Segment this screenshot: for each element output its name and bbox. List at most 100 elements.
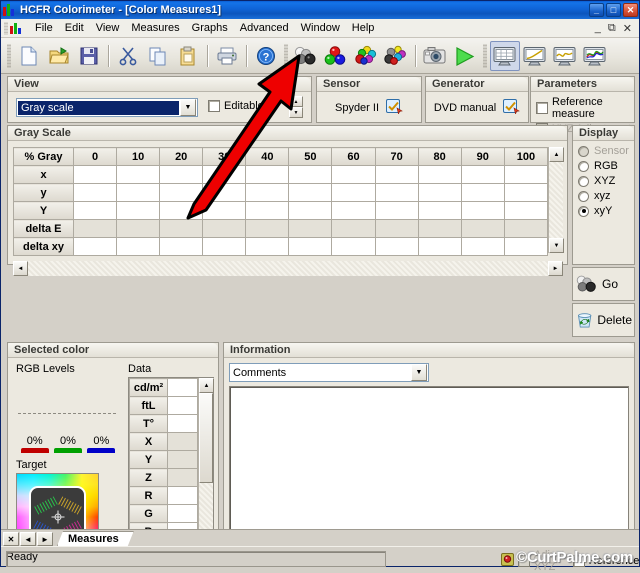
radio-button[interactable] <box>578 161 589 172</box>
information-category-select[interactable]: Comments ▼ <box>229 363 429 382</box>
grayscale-table[interactable]: % Gray0102030405060708090100 xyYdelta Ed… <box>13 147 548 256</box>
grayscale-cell[interactable] <box>504 220 547 238</box>
grayscale-cell[interactable] <box>332 202 375 220</box>
scroll-down-icon[interactable]: ▼ <box>549 238 564 253</box>
copy-button[interactable] <box>143 41 173 71</box>
go-button[interactable]: Go <box>572 267 635 301</box>
delete-button[interactable]: Delete <box>572 303 635 337</box>
grayscale-cell[interactable] <box>418 202 461 220</box>
spinner-up-icon[interactable]: ▲ <box>289 96 303 107</box>
grayscale-cell[interactable] <box>74 202 117 220</box>
measure-saturations-button[interactable] <box>351 41 381 71</box>
view-select[interactable]: Gray scale ▼ <box>16 98 198 117</box>
menu-item-advanced[interactable]: Advanced <box>234 20 295 36</box>
new-document-button[interactable] <box>14 41 44 71</box>
grayscale-cell[interactable] <box>375 220 418 238</box>
grayscale-cell[interactable] <box>461 220 504 238</box>
menu-item-edit[interactable]: Edit <box>59 20 90 36</box>
reference-measure-checkbox[interactable]: Reference measure <box>536 96 634 120</box>
grayscale-cell[interactable] <box>289 184 332 202</box>
data-table-scrollbar[interactable]: ▲ ▼ <box>198 378 213 529</box>
grayscale-cell[interactable] <box>461 202 504 220</box>
grayscale-cell[interactable] <box>203 238 246 256</box>
data-row-value[interactable] <box>168 415 198 433</box>
print-button[interactable] <box>212 41 242 71</box>
grayscale-vertical-scrollbar[interactable]: ▲ ▼ <box>548 147 563 253</box>
menu-item-view[interactable]: View <box>90 20 126 36</box>
grayscale-horizontal-scrollbar[interactable]: ◄ ► <box>13 261 563 276</box>
grayscale-cell[interactable] <box>246 220 289 238</box>
selected-color-data-table[interactable]: cd/m²ftLT°XYZRGBxyY <box>129 378 198 529</box>
open-folder-button[interactable] <box>44 41 74 71</box>
grayscale-cell[interactable] <box>461 184 504 202</box>
data-row-value[interactable] <box>168 523 198 530</box>
radio-button[interactable] <box>578 206 589 217</box>
tab-measures[interactable]: Measures <box>57 531 134 546</box>
grayscale-cell[interactable] <box>74 184 117 202</box>
grayscale-column-header[interactable]: 50 <box>289 148 332 166</box>
menu-item-graphs[interactable]: Graphs <box>186 20 234 36</box>
grayscale-cell[interactable] <box>160 220 203 238</box>
scroll-up-icon[interactable]: ▲ <box>199 378 214 393</box>
toolbar-grip[interactable] <box>483 44 487 68</box>
close-button[interactable]: ✕ <box>623 3 638 17</box>
grayscale-cell[interactable] <box>504 166 547 184</box>
editable-checkbox[interactable]: Editable <box>208 100 264 112</box>
view-spinner[interactable]: ▲ ▼ <box>289 96 303 118</box>
grayscale-cell[interactable] <box>289 220 332 238</box>
chevron-down-icon[interactable]: ▼ <box>411 364 427 381</box>
grayscale-column-header[interactable]: 80 <box>418 148 461 166</box>
data-row-value[interactable] <box>168 397 198 415</box>
grayscale-column-header[interactable]: 100 <box>504 148 547 166</box>
target-color-picker[interactable] <box>16 473 99 529</box>
grayscale-column-header[interactable]: 10 <box>117 148 160 166</box>
grayscale-cell[interactable] <box>504 238 547 256</box>
grayscale-column-header[interactable]: 90 <box>461 148 504 166</box>
information-textarea[interactable] <box>229 386 629 529</box>
grayscale-cell[interactable] <box>289 166 332 184</box>
measure-near-black-button[interactable] <box>381 41 411 71</box>
toolbar-grip[interactable] <box>7 44 11 68</box>
grayscale-column-header[interactable]: 40 <box>246 148 289 166</box>
mdi-close-button[interactable]: ✕ <box>623 22 632 35</box>
data-row-value[interactable] <box>168 487 198 505</box>
grayscale-cell[interactable] <box>375 202 418 220</box>
grayscale-cell[interactable] <box>160 202 203 220</box>
mdi-restore-button[interactable]: ⧉ <box>608 22 616 35</box>
grayscale-cell[interactable] <box>246 202 289 220</box>
scrollbar-thumb[interactable] <box>199 393 213 483</box>
target-inner-area[interactable] <box>29 486 86 529</box>
grayscale-cell[interactable] <box>160 166 203 184</box>
grayscale-cell[interactable] <box>289 238 332 256</box>
view-measures-button[interactable] <box>490 41 520 71</box>
data-row-value[interactable] <box>168 379 198 397</box>
chevron-down-icon[interactable]: ▼ <box>180 99 196 116</box>
grayscale-cell[interactable] <box>117 166 160 184</box>
spinner-down-icon[interactable]: ▼ <box>289 107 303 118</box>
radio-button[interactable] <box>578 176 589 187</box>
reference-measure-checkbox-box[interactable] <box>536 102 548 114</box>
tab-next-button[interactable]: ► <box>37 532 53 546</box>
menu-item-file[interactable]: File <box>29 20 59 36</box>
tab-prev-button[interactable]: ◄ <box>20 532 36 546</box>
grayscale-cell[interactable] <box>418 184 461 202</box>
grayscale-cell[interactable] <box>74 166 117 184</box>
measure-primaries-button[interactable] <box>321 41 351 71</box>
grayscale-cell[interactable] <box>246 184 289 202</box>
grayscale-cell[interactable] <box>160 238 203 256</box>
radio-button[interactable] <box>578 191 589 202</box>
grayscale-cell[interactable] <box>117 238 160 256</box>
minimize-button[interactable]: _ <box>589 3 604 17</box>
grayscale-cell[interactable] <box>504 184 547 202</box>
scroll-left-icon[interactable]: ◄ <box>13 261 28 276</box>
grayscale-cell[interactable] <box>203 220 246 238</box>
grayscale-cell[interactable] <box>375 166 418 184</box>
grayscale-cell[interactable] <box>117 202 160 220</box>
measure-grayscale-button[interactable] <box>291 41 321 71</box>
grayscale-cell[interactable] <box>375 184 418 202</box>
scroll-up-icon[interactable]: ▲ <box>549 147 564 162</box>
scrollbar-track[interactable] <box>549 162 563 238</box>
menu-item-window[interactable]: Window <box>295 20 346 36</box>
grayscale-cell[interactable] <box>289 202 332 220</box>
save-button[interactable] <box>74 41 104 71</box>
